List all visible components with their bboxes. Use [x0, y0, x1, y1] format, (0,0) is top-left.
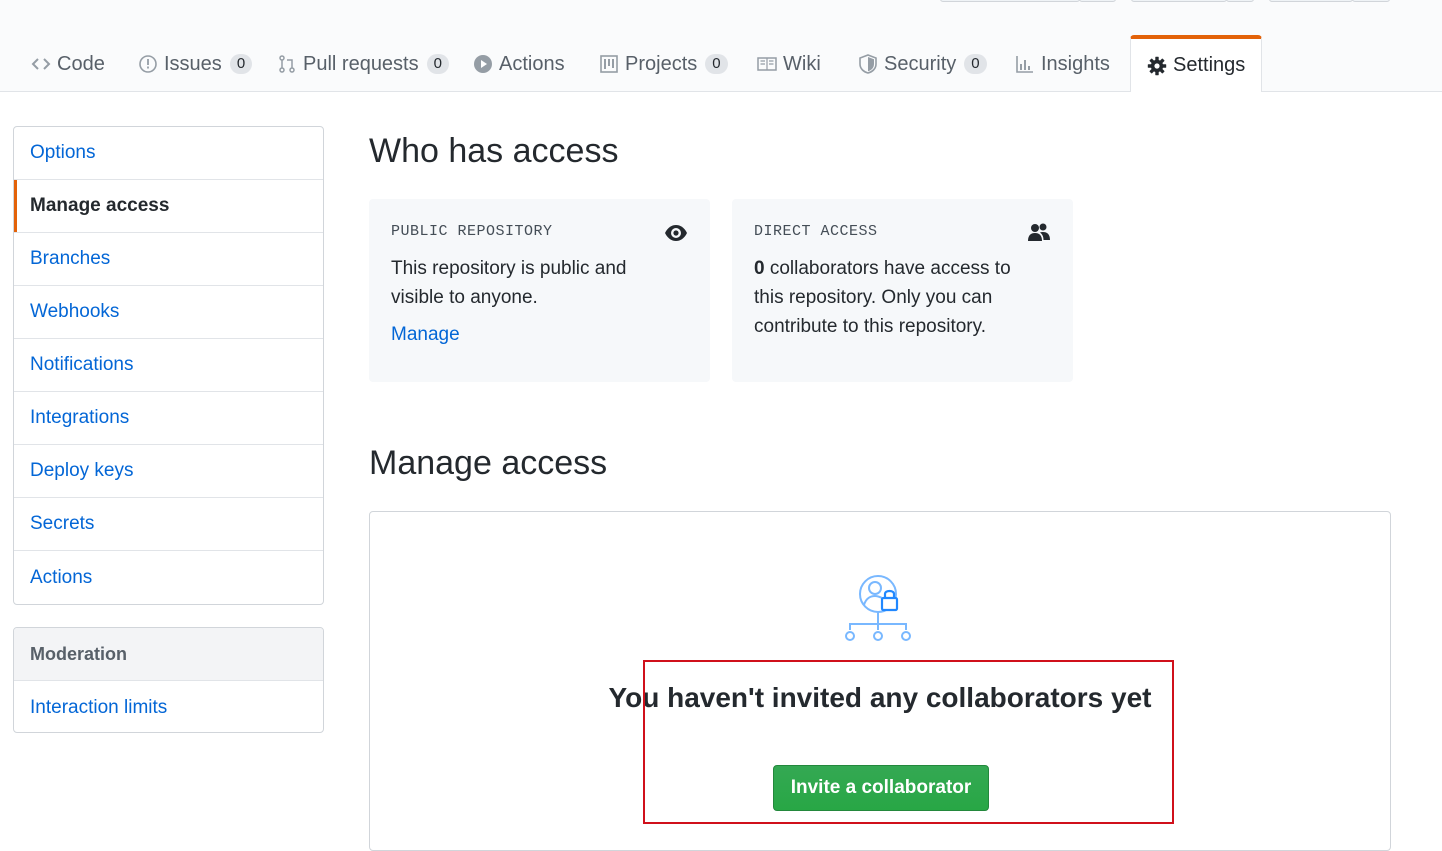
- sidebar-item-actions[interactable]: Actions: [14, 551, 323, 604]
- manage-link[interactable]: Manage: [391, 324, 688, 346]
- sidebar-item-webhooks[interactable]: Webhooks: [14, 286, 323, 339]
- pull-requests-count: 0: [426, 54, 449, 74]
- moderation-menu: Moderation Interaction limits: [13, 627, 324, 733]
- fork-button[interactable]: [1269, 0, 1353, 2]
- tab-settings[interactable]: Settings: [1130, 35, 1263, 92]
- sidebar-item-deploy-keys[interactable]: Deploy keys: [14, 445, 323, 498]
- tab-label: Pull requests: [303, 52, 419, 75]
- sidebar-item-secrets[interactable]: Secrets: [14, 498, 323, 551]
- people-icon: [1028, 223, 1050, 241]
- settings-menu: Options Manage access Branches Webhooks …: [13, 126, 324, 605]
- sidebar-item-interaction-limits[interactable]: Interaction limits: [14, 681, 323, 732]
- tab-label: Security: [884, 52, 957, 75]
- tab-label: Actions: [499, 52, 565, 75]
- collaborator-count: 0: [754, 258, 765, 279]
- watch-count[interactable]: [1079, 0, 1116, 2]
- collaborators-blankslate: You haven't invited any collaborators ye…: [369, 511, 1391, 851]
- fork-count[interactable]: [1352, 0, 1390, 2]
- sidebar-item-notifications[interactable]: Notifications: [14, 339, 323, 392]
- public-repository-card: PUBLIC REPOSITORY This repository is pub…: [369, 199, 710, 382]
- public-description: This repository is public and visible to…: [391, 258, 627, 308]
- watch-button[interactable]: [940, 0, 1080, 2]
- tab-wiki[interactable]: Wiki: [757, 36, 821, 92]
- person-lock-network-icon: [845, 575, 911, 641]
- issues-count: 0: [229, 54, 253, 74]
- direct-access-description: 0 collaborators have access to this repo…: [754, 254, 1034, 341]
- header-strip: [0, 0, 1442, 36]
- tab-label: Wiki: [783, 52, 821, 75]
- project-icon: [600, 55, 618, 73]
- play-icon: [474, 55, 492, 73]
- issue-icon: [139, 55, 157, 73]
- code-icon: [31, 58, 51, 70]
- book-icon: [757, 57, 777, 71]
- tab-label: Settings: [1173, 54, 1246, 76]
- sidebar-item-branches[interactable]: Branches: [14, 233, 323, 286]
- sidebar-item-manage-access[interactable]: Manage access: [14, 180, 323, 233]
- tab-label: Code: [57, 52, 105, 75]
- blankslate-title: You haven't invited any collaborators ye…: [608, 682, 1152, 713]
- sidebar-item-options[interactable]: Options: [14, 127, 323, 180]
- star-button[interactable]: [1131, 0, 1227, 2]
- gear-icon: [1147, 56, 1167, 75]
- repo-nav: Code Issues 0 Pull requests 0 Actions Pr…: [0, 35, 1442, 92]
- tab-security[interactable]: Security 0: [858, 36, 987, 92]
- tab-pull-requests[interactable]: Pull requests 0: [277, 36, 449, 92]
- shield-icon: [859, 54, 877, 74]
- graph-icon: [1016, 56, 1033, 73]
- tab-label: Insights: [1041, 52, 1110, 75]
- card-label: PUBLIC REPOSITORY: [391, 223, 553, 240]
- projects-count: 0: [705, 54, 728, 74]
- star-count[interactable]: [1226, 0, 1254, 2]
- security-count: 0: [964, 54, 987, 74]
- direct-access-card: DIRECT ACCESS 0 collaborators have acces…: [732, 199, 1073, 382]
- tab-label: Issues: [164, 52, 222, 75]
- moderation-heading: Moderation: [14, 628, 323, 681]
- sidebar-item-integrations[interactable]: Integrations: [14, 392, 323, 445]
- invite-collaborator-button[interactable]: Invite a collaborator: [773, 765, 989, 811]
- manage-access-title: Manage access: [369, 444, 608, 482]
- tab-projects[interactable]: Projects 0: [599, 36, 728, 92]
- who-has-access-title: Who has access: [369, 132, 619, 170]
- tab-issues[interactable]: Issues 0: [138, 36, 253, 92]
- tab-code[interactable]: Code: [31, 36, 105, 92]
- tab-actions[interactable]: Actions: [473, 36, 565, 92]
- tab-label: Projects: [625, 52, 698, 75]
- eye-icon: [665, 225, 687, 241]
- direct-access-text: collaborators have access to this reposi…: [754, 258, 1011, 337]
- card-label: DIRECT ACCESS: [754, 223, 878, 240]
- tab-insights[interactable]: Insights: [1015, 36, 1110, 92]
- pull-request-icon: [279, 55, 295, 73]
